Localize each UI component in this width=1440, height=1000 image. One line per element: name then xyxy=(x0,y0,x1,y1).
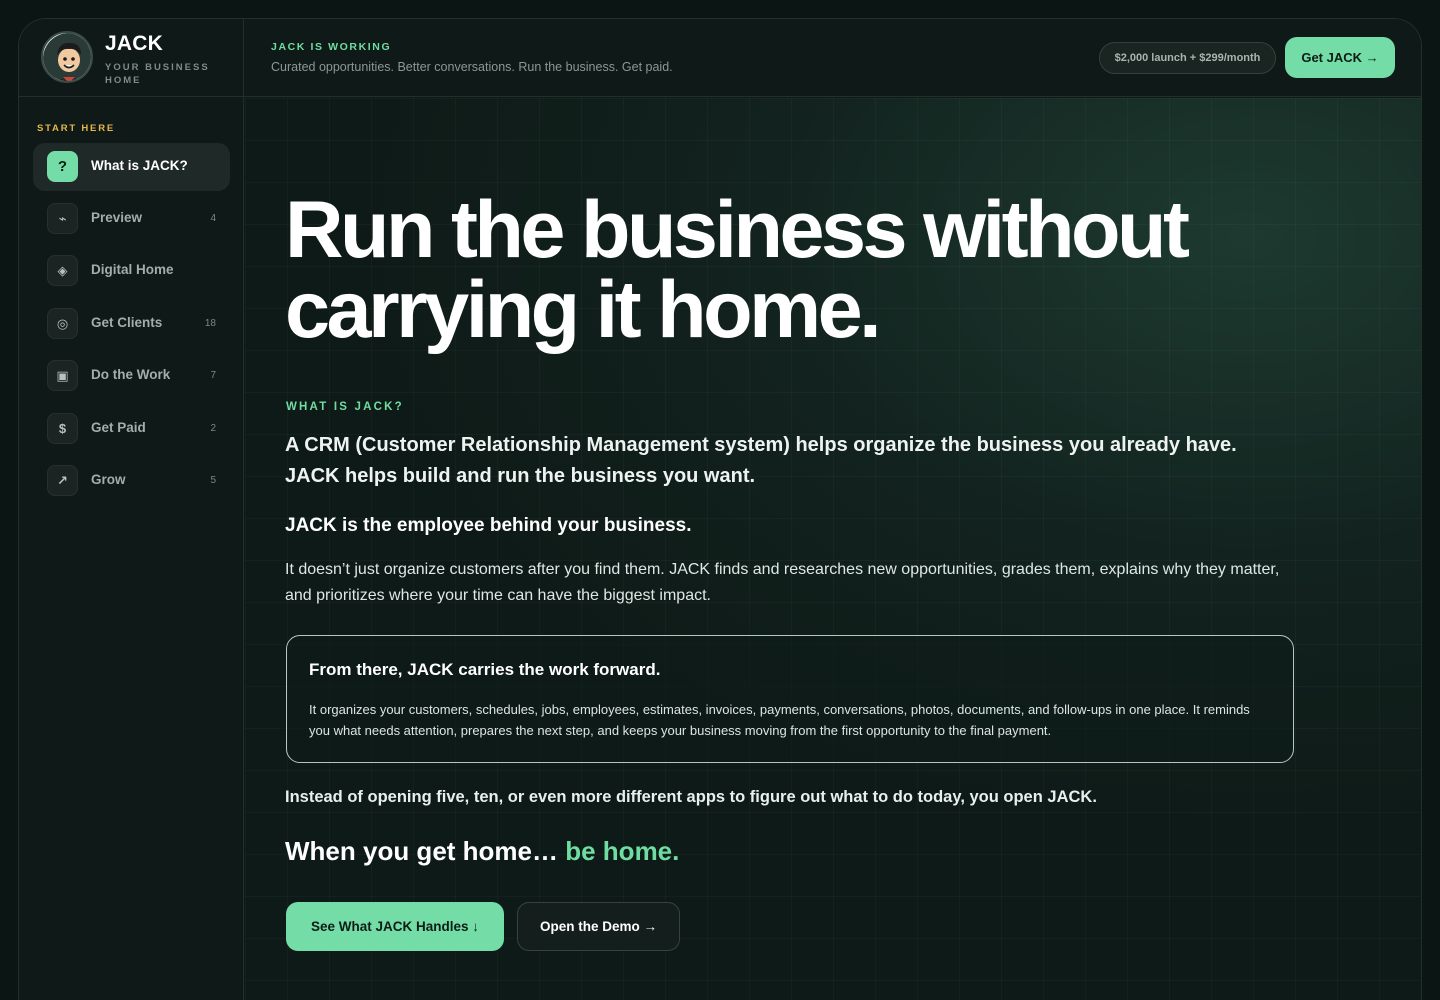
diamond-icon: ◈ xyxy=(47,255,78,286)
dollar-icon: $ xyxy=(47,413,78,444)
sidebar-item-what-is-jack[interactable]: ? What is JACK? xyxy=(33,143,230,191)
hero-line-1: Run the business without xyxy=(285,185,1190,275)
section-label: WHAT IS JACK? xyxy=(286,401,404,413)
square-icon: ▣ xyxy=(47,360,78,391)
sidebar-heading: START HERE xyxy=(37,123,115,134)
sidebar-item-digital-home[interactable]: ◈ Digital Home xyxy=(33,247,230,295)
sidebar-item-label: Preview xyxy=(91,210,143,225)
sidebar-item-count: 4 xyxy=(210,213,216,224)
main-content: Run the business without carrying it hom… xyxy=(245,98,1421,1000)
sidebar-item-get-paid[interactable]: $ Get Paid 2 xyxy=(33,405,230,453)
brand-name: JACK xyxy=(105,32,163,55)
sidebar-item-label: Get Paid xyxy=(91,420,146,435)
hero-line-2: carrying it home. xyxy=(285,265,882,355)
info-card: From there, JACK carries the work forwar… xyxy=(286,635,1294,763)
arrow-up-right-icon: ↗ xyxy=(47,465,78,496)
sidebar-item-do-the-work[interactable]: ▣ Do the Work 7 xyxy=(33,352,230,400)
sidebar-item-label: Get Clients xyxy=(91,315,163,330)
see-what-jack-handles-button[interactable]: See What JACK Handles ↓ xyxy=(286,902,504,951)
question-icon: ? xyxy=(47,151,78,182)
sidebar-item-count: 7 xyxy=(210,370,216,381)
get-jack-button[interactable]: Get JACK → xyxy=(1285,37,1395,78)
sidebar-item-label: Digital Home xyxy=(91,262,174,277)
target-icon: ◎ xyxy=(47,308,78,339)
sidebar-item-label: Grow xyxy=(91,472,126,487)
sidebar-item-get-clients[interactable]: ◎ Get Clients 18 xyxy=(33,300,230,348)
sidebar-item-count: 2 xyxy=(210,423,216,434)
mascot-avatar-icon xyxy=(41,31,93,83)
brand[interactable]: JACK YOUR BUSINESS HOME xyxy=(19,19,244,97)
sidebar-item-preview[interactable]: ⌁ Preview 4 xyxy=(33,195,230,243)
card-title: From there, JACK carries the work forwar… xyxy=(309,660,661,679)
open-demo-button[interactable]: Open the Demo → xyxy=(517,902,680,951)
top-bar: JACK YOUR BUSINESS HOME JACK IS WORKING … xyxy=(19,19,1421,97)
hero-headline: Run the business without carrying it hom… xyxy=(285,190,1345,351)
tagline-accent: be home. xyxy=(565,836,680,866)
status-text: Curated opportunities. Better conversati… xyxy=(271,60,673,74)
sidebar-item-count: 18 xyxy=(204,318,216,329)
status-label: JACK IS WORKING xyxy=(271,41,392,53)
brand-subtitle: YOUR BUSINESS HOME xyxy=(105,62,210,86)
price-badge: $2,000 launch + $299/month xyxy=(1099,42,1276,74)
intro-line-2: JACK helps build and run the business yo… xyxy=(285,465,756,487)
intro-text: A CRM (Customer Relationship Management … xyxy=(285,430,1325,492)
sidebar: START HERE ? What is JACK? ⌁ Preview 4 ◈… xyxy=(19,97,244,1000)
sidebar-item-count: 5 xyxy=(210,475,216,486)
app-frame: JACK YOUR BUSINESS HOME JACK IS WORKING … xyxy=(18,18,1422,1000)
sidebar-item-label: What is JACK? xyxy=(91,158,188,173)
pulse-icon: ⌁ xyxy=(47,203,78,234)
description-paragraph: It doesn’t just organize customers after… xyxy=(285,561,1280,604)
summary-text: Instead of opening five, ten, or even mo… xyxy=(285,788,1097,806)
tagline-start: When you get home… xyxy=(285,836,558,866)
card-body: It organizes your customers, schedules, … xyxy=(309,702,1250,738)
subheading: JACK is the employee behind your busines… xyxy=(285,515,692,536)
tagline: When you get home… be home. xyxy=(285,836,679,867)
sidebar-item-label: Do the Work xyxy=(91,367,171,382)
sidebar-item-grow[interactable]: ↗ Grow 5 xyxy=(33,457,230,505)
intro-line-1: A CRM (Customer Relationship Management … xyxy=(285,434,1237,456)
